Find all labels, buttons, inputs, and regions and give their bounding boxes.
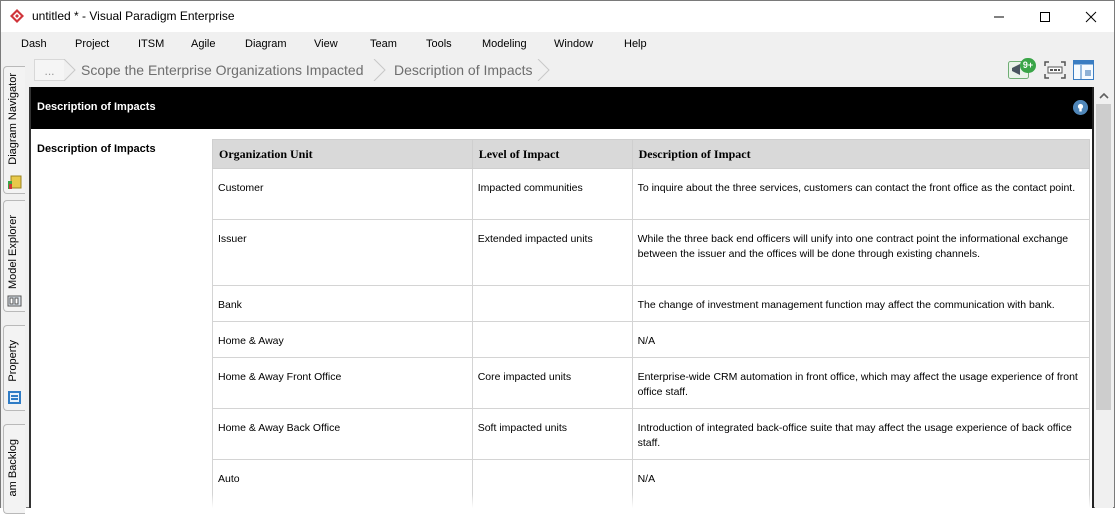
cell-organization-unit: Issuer xyxy=(212,219,473,286)
tab-model-explorer[interactable]: Model Explorer xyxy=(3,200,25,312)
cell-level-of-impact: Core impacted units xyxy=(471,357,633,409)
menu-view[interactable]: View xyxy=(314,38,338,50)
scrollbar-thumb[interactable] xyxy=(1096,104,1111,410)
breadcrumb-item-scope[interactable]: Scope the Enterprise Organizations Impac… xyxy=(81,59,364,81)
layout-panel-button[interactable] xyxy=(1073,59,1095,81)
notification-badge: 9+ xyxy=(1020,58,1036,73)
cell-level-of-impact: Soft impacted units xyxy=(471,408,633,460)
column-header-organization-unit: Organization Unit xyxy=(212,139,473,169)
cell-level-of-impact xyxy=(471,321,633,358)
breadcrumb-chevron-icon xyxy=(63,59,76,81)
cell-description: While the three back end officers will u… xyxy=(631,219,1091,286)
lightbulb-icon[interactable] xyxy=(1073,100,1088,115)
cell-level-of-impact: Impacted communities xyxy=(471,168,633,220)
cell-description: N/A xyxy=(631,321,1091,358)
menu-bar: Dash Project ITSM Agile Diagram View Tea… xyxy=(1,32,1114,55)
tab-label: Property xyxy=(7,340,19,382)
scroll-up-button[interactable] xyxy=(1095,87,1113,104)
breadcrumb-ellipsis[interactable]: ... xyxy=(34,59,64,81)
menu-window[interactable]: Window xyxy=(554,38,593,50)
minimize-icon xyxy=(994,16,1004,17)
section-label: Description of Impacts xyxy=(37,143,156,155)
title-bar: untitled * - Visual Paradigm Enterprise xyxy=(1,1,1114,32)
cell-description: To inquire about the three services, cus… xyxy=(631,168,1091,220)
table-row: Issuer Extended impacted units While the… xyxy=(212,219,1091,286)
table-row: Bank The change of investment management… xyxy=(212,285,1091,322)
tab-label: Diagram Navigator xyxy=(7,73,19,165)
tab-label: Model Explorer xyxy=(7,215,19,289)
table-row: Customer Impacted communities To inquire… xyxy=(212,168,1091,220)
diagram-navigator-icon xyxy=(8,175,22,189)
table-row: Home & Away Front Office Core impacted u… xyxy=(212,357,1091,409)
cell-level-of-impact xyxy=(471,285,633,322)
cell-description: The change of investment management func… xyxy=(631,285,1091,322)
model-explorer-icon xyxy=(7,295,22,307)
window-title: untitled * - Visual Paradigm Enterprise xyxy=(32,9,235,23)
cell-organization-unit: Home & Away Front Office xyxy=(212,357,473,409)
chevron-up-icon xyxy=(1099,92,1109,99)
breadcrumb-chevron-icon xyxy=(537,59,550,81)
menu-dash[interactable]: Dash xyxy=(21,38,47,50)
property-icon xyxy=(8,391,21,404)
cell-organization-unit: Home & Away Back Office xyxy=(212,408,473,460)
fit-to-window-icon xyxy=(1044,61,1066,79)
tab-diagram-navigator[interactable]: Diagram Navigator xyxy=(3,66,25,194)
impacts-table: Organization Unit Level of Impact Descri… xyxy=(212,139,1091,508)
cell-organization-unit: Home & Away xyxy=(212,321,473,358)
page-title: Description of Impacts xyxy=(37,101,156,113)
table-header-row: Organization Unit Level of Impact Descri… xyxy=(212,139,1091,169)
menu-team[interactable]: Team xyxy=(370,38,397,50)
tab-team-backlog[interactable]: am Backlog xyxy=(3,424,25,514)
menu-modeling[interactable]: Modeling xyxy=(482,38,527,50)
app-window: untitled * - Visual Paradigm Enterprise … xyxy=(0,0,1115,514)
fit-view-button[interactable] xyxy=(1044,61,1066,79)
side-panel-tabs: Diagram Navigator Model Explorer Propert… xyxy=(1,56,26,514)
cell-description: Introduction of integrated back-office s… xyxy=(631,408,1091,460)
tab-label: am Backlog xyxy=(7,439,19,497)
cell-level-of-impact: Extended impacted units xyxy=(471,219,633,286)
maximize-button[interactable] xyxy=(1022,1,1068,32)
minimize-button[interactable] xyxy=(976,1,1022,32)
breadcrumb-toolbar: ... Scope the Enterprise Organizations I… xyxy=(1,55,1114,85)
tab-property[interactable]: Property xyxy=(3,325,25,411)
panel-layout-icon xyxy=(1073,60,1094,80)
menu-tools[interactable]: Tools xyxy=(426,38,452,50)
menu-help[interactable]: Help xyxy=(624,38,647,50)
table-row: Home & Away Back Office Soft impacted un… xyxy=(212,408,1091,460)
close-button[interactable] xyxy=(1068,1,1114,32)
cell-description: Enterprise-wide CRM automation in front … xyxy=(631,357,1091,409)
page-header: Description of Impacts xyxy=(31,87,1092,129)
vertical-scrollbar[interactable] xyxy=(1095,87,1113,508)
notifications-button[interactable]: 9+ xyxy=(1008,58,1036,81)
menu-diagram[interactable]: Diagram xyxy=(245,38,287,50)
menu-agile[interactable]: Agile xyxy=(191,38,215,50)
breadcrumb-item-description[interactable]: Description of Impacts xyxy=(394,59,533,81)
main-content: Description of Impacts Description of Im… xyxy=(29,87,1094,508)
table-row: Home & Away N/A xyxy=(212,321,1091,358)
cell-organization-unit: Customer xyxy=(212,168,473,220)
close-icon xyxy=(1085,11,1097,22)
menu-project[interactable]: Project xyxy=(75,38,109,50)
cell-organization-unit: Bank xyxy=(212,285,473,322)
column-header-level-of-impact: Level of Impact xyxy=(471,139,633,169)
scroll-fade xyxy=(31,494,1092,508)
column-header-description-of-impact: Description of Impact xyxy=(631,139,1091,169)
maximize-icon xyxy=(1040,11,1050,22)
visual-paradigm-logo-icon xyxy=(10,9,24,23)
menu-itsm[interactable]: ITSM xyxy=(138,38,164,50)
breadcrumb-chevron-icon xyxy=(373,59,386,81)
